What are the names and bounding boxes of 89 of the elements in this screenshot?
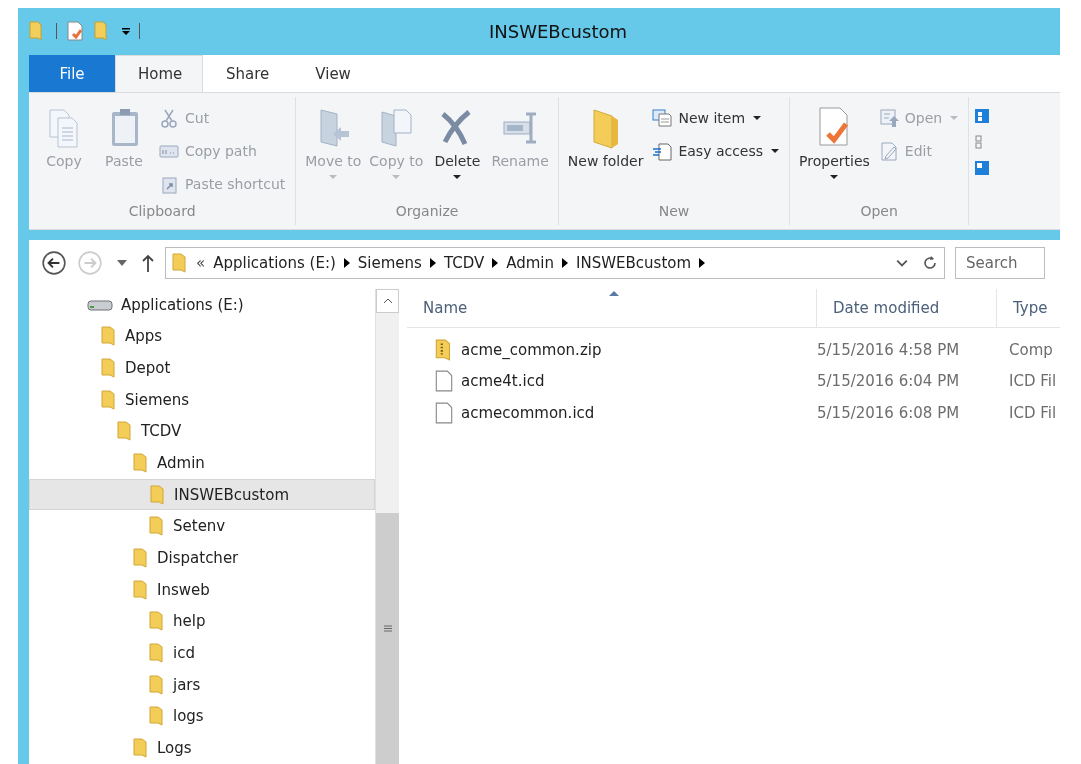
tree-item[interactable]: Admin [29, 447, 375, 479]
breadcrumb-segment[interactable]: TCDV [443, 254, 485, 273]
folder-icon [133, 452, 149, 473]
tree-item[interactable]: Insweb [29, 573, 375, 606]
column-header[interactable]: Type [997, 288, 1060, 327]
ribbon-button[interactable]: New folder [564, 102, 647, 203]
tree-item[interactable]: Apps [29, 320, 375, 353]
chevron-icon[interactable] [343, 258, 350, 269]
folder-icon [149, 706, 165, 727]
folder-icon [133, 548, 149, 568]
grip-icon [383, 624, 392, 632]
folder-icon [101, 389, 117, 410]
edit-icon [878, 141, 899, 162]
breadcrumb-segment[interactable]: Siemens [357, 254, 422, 273]
folder-icon [133, 738, 149, 759]
tree-item[interactable]: help [29, 605, 375, 638]
tree-item[interactable]: logs [29, 700, 375, 733]
tree-item[interactable]: icd [29, 637, 375, 669]
ribbon-button[interactable]: Easy access [648, 135, 784, 167]
search-field[interactable]: Search [955, 247, 1045, 280]
customize-dropdown-icon[interactable] [121, 26, 131, 37]
date-cell-text: 5/15/2016 6:08 PM [817, 403, 961, 422]
group-label: Clipboard [127, 202, 197, 221]
type-cell-text: ICD Fil [1008, 372, 1058, 391]
column-header[interactable]: Name [407, 288, 817, 327]
file-icon [435, 401, 453, 424]
window-title: INSWEBcustom [489, 20, 627, 42]
ribbon-button[interactable]: Delete [428, 102, 487, 203]
type-cell-text: Comp [1008, 340, 1054, 359]
folder-icon [149, 516, 165, 537]
open-icon [878, 108, 899, 129]
folder-icon [149, 674, 165, 695]
folder-icon [101, 326, 117, 347]
ribbon-button[interactable]: New item [648, 102, 784, 134]
folder-icon [149, 611, 165, 632]
tree-item[interactable]: TCDV [29, 415, 375, 448]
scissors-icon [159, 108, 179, 129]
group-label: New [657, 202, 691, 221]
date-cell-text: 5/15/2016 6:04 PM [817, 372, 961, 391]
tree-item[interactable]: Dispatcher [29, 542, 375, 574]
overflow-chevron[interactable]: « [196, 254, 206, 273]
ribbon-tab[interactable]: Home [115, 54, 203, 92]
date-cell-text: 5/15/2016 4:58 PM [817, 340, 961, 359]
group-label: Open [859, 202, 899, 221]
folder-icon [150, 484, 166, 505]
folder-icon [117, 421, 133, 442]
back-icon[interactable] [41, 250, 67, 277]
up-caret-icon [382, 297, 393, 304]
tree-item[interactable]: Depot [29, 352, 375, 384]
new-item-icon [652, 108, 673, 129]
folder-icon [149, 643, 165, 664]
file-name[interactable]: acme4t.icd [461, 372, 545, 391]
folder-icon [172, 253, 188, 274]
properties-icon[interactable] [65, 20, 85, 43]
tree-item[interactable]: INSWEBcustom [29, 478, 375, 511]
column-header[interactable]: Date modified [817, 288, 997, 327]
folder-icon [133, 579, 149, 600]
layout-icon[interactable] [975, 108, 990, 175]
breadcrumb-segment[interactable]: Admin [506, 254, 555, 273]
file-name[interactable]: acme_common.zip [461, 340, 602, 359]
breadcrumb-segment[interactable]: INSWEBcustom [576, 254, 692, 273]
chevron-icon[interactable] [562, 258, 569, 269]
chevron-icon[interactable] [429, 258, 436, 269]
chevron-icon[interactable] [699, 258, 706, 269]
zip-folder-icon [435, 338, 453, 361]
drive-icon [87, 297, 113, 312]
tree-item[interactable]: Siemens [29, 383, 375, 416]
breadcrumb-segment[interactable]: Applications (E:) [213, 254, 336, 273]
ribbon-tab[interactable]: File [29, 54, 115, 92]
tree-item[interactable]: Setenv [29, 510, 375, 543]
address-bar[interactable]: « Applications (E:) Siemens TCDV Admin INSWEBcustom [165, 247, 945, 280]
up-arrow-icon[interactable] [141, 254, 155, 273]
ribbon-button[interactable]: Properties [796, 102, 873, 203]
tree-item[interactable]: jars [29, 668, 375, 701]
file-icon [435, 370, 453, 393]
chevron-icon[interactable] [492, 258, 499, 269]
folder-icon [101, 357, 117, 378]
recent-dropdown-icon[interactable] [117, 260, 127, 267]
shortcut-icon [159, 174, 179, 195]
file-name[interactable]: acmecommon.icd [461, 403, 595, 422]
sort-arrow-icon [609, 290, 619, 296]
scrollbar-thumb[interactable] [376, 512, 399, 764]
group-label: Organize [394, 202, 460, 221]
tree-item[interactable]: Applications (E:) [29, 288, 375, 321]
document-icon [652, 141, 673, 162]
dropdown-icon[interactable] [896, 259, 908, 268]
tree-item[interactable]: Logs [29, 732, 375, 764]
refresh-icon[interactable] [922, 255, 938, 272]
type-cell-text: ICD Fil [1008, 403, 1058, 422]
